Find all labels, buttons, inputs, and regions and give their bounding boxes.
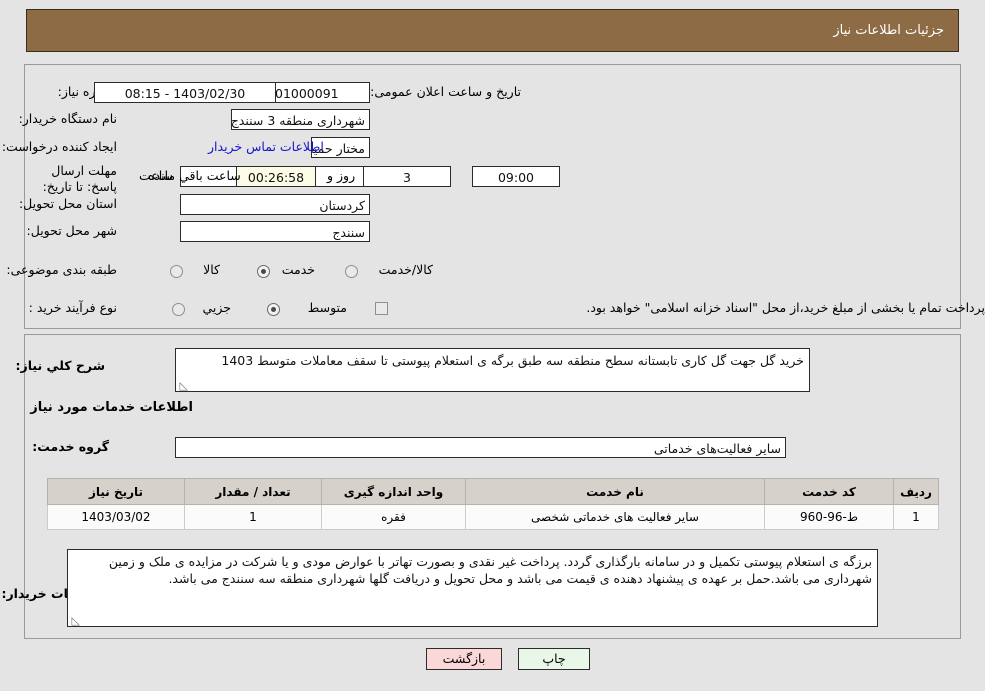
category-option-0-label: کالا bbox=[203, 262, 220, 277]
province-label: استان محل تحویل: bbox=[18, 196, 117, 211]
cell-row-no: 1 bbox=[893, 504, 939, 530]
col-service-code: کد خدمت bbox=[764, 478, 894, 505]
summary-label: شرح کلي نیاز: bbox=[15, 358, 105, 373]
col-quantity: تعداد / مقدار bbox=[184, 478, 322, 505]
services-section-heading: اطلاعات خدمات مورد نیاز bbox=[30, 400, 193, 415]
process-option-1-label: متوسط bbox=[307, 300, 347, 315]
service-group-label: گروه خدمت: bbox=[32, 439, 109, 454]
col-need-date: تاریخ نیاز bbox=[47, 478, 185, 505]
days-remaining-label: روز و bbox=[327, 168, 356, 183]
buyer-org-value: شهرداری منطقه 3 سنندج bbox=[231, 109, 370, 130]
radio-category-kala[interactable] bbox=[170, 265, 183, 278]
service-group-value: سایر فعالیت‌های خدماتی bbox=[175, 437, 786, 458]
days-remaining-value: 3 bbox=[363, 166, 451, 187]
city-label: شهر محل تحویل: bbox=[26, 223, 117, 238]
resize-grip-icon[interactable]: ◺ bbox=[178, 380, 188, 391]
buyer-notes-text: برزگه ی استعلام پیوستی تکمیل و در سامانه… bbox=[108, 554, 872, 586]
process-option-0-label: جزیي bbox=[202, 300, 231, 315]
print-button[interactable]: چاپ bbox=[518, 648, 590, 670]
islamic-treasury-label: پرداخت تمام یا بخشی از مبلغ خرید،از محل … bbox=[586, 300, 985, 315]
public-announce-label: تاریخ و ساعت اعلان عمومی: bbox=[370, 84, 521, 99]
col-unit: واحد اندازه گیری bbox=[321, 478, 466, 505]
category-label: طبقه بندی موضوعی: bbox=[6, 262, 117, 277]
table-row[interactable]: 1 ط-96-960 سایر فعالیت های خدماتی شخصی ف… bbox=[47, 504, 939, 530]
need-info-panel bbox=[24, 64, 961, 329]
category-option-2-label: کالا/خدمت bbox=[378, 262, 433, 277]
page-root: WAriaTender.net جزئیات اطلاعات نیاز شمار… bbox=[0, 0, 985, 691]
countdown-value: 00:26:58 bbox=[236, 166, 316, 187]
radio-process-jozi[interactable] bbox=[172, 303, 185, 316]
buyer-notes-textarea[interactable]: برزگه ی استعلام پیوستی تکمیل و در سامانه… bbox=[67, 549, 878, 627]
radio-category-kala-khedmat[interactable] bbox=[345, 265, 358, 278]
cell-unit: فقره bbox=[321, 504, 466, 530]
page-title: جزئیات اطلاعات نیاز bbox=[833, 23, 944, 38]
buyer-contact-link[interactable]: اطلاعات تماس خریدار bbox=[208, 139, 324, 154]
summary-textarea[interactable]: خرید گل جهت گل کاری تابستانه سطح منطقه س… bbox=[175, 348, 810, 392]
cell-quantity: 1 bbox=[184, 504, 322, 530]
city-value: سنندج bbox=[180, 221, 370, 242]
process-label: نوع فرآیند خرید : bbox=[28, 300, 117, 315]
buyer-org-label: نام دستگاه خریدار: bbox=[18, 111, 117, 126]
cell-need-date: 1403/03/02 bbox=[47, 504, 185, 530]
category-option-1-label: خدمت bbox=[281, 262, 315, 277]
col-row-no: ردیف bbox=[893, 478, 939, 505]
table-header-row: ردیف کد خدمت نام خدمت واحد اندازه گیری ت… bbox=[47, 478, 939, 505]
radio-category-khedmat[interactable] bbox=[257, 265, 270, 278]
back-button[interactable]: بازگشت bbox=[426, 648, 502, 670]
col-service-name: نام خدمت bbox=[465, 478, 765, 505]
resize-grip-icon-notes[interactable]: ◺ bbox=[70, 615, 80, 626]
province-value: کردستان bbox=[180, 194, 370, 215]
countdown-label: ساعت باقي مانده bbox=[148, 168, 241, 183]
services-table: ردیف کد خدمت نام خدمت واحد اندازه گیری ت… bbox=[47, 478, 939, 530]
deadline-hour-value: 09:00 bbox=[472, 166, 560, 187]
checkbox-islamic-treasury[interactable] bbox=[375, 302, 388, 315]
page-header-bar: جزئیات اطلاعات نیاز bbox=[26, 9, 959, 52]
creator-label: ایجاد کننده درخواست: bbox=[1, 139, 117, 154]
cell-service-code: ط-96-960 bbox=[764, 504, 894, 530]
cell-service-name: سایر فعالیت های خدماتی شخصی bbox=[465, 504, 765, 530]
deadline-label: مهلت ارسال پاسخ: تا تاریخ: bbox=[42, 163, 117, 194]
public-announce-value: 1403/02/30 - 08:15 bbox=[94, 82, 276, 103]
radio-process-motevaset[interactable] bbox=[267, 303, 280, 316]
summary-text: خرید گل جهت گل کاری تابستانه سطح منطقه س… bbox=[221, 353, 804, 368]
